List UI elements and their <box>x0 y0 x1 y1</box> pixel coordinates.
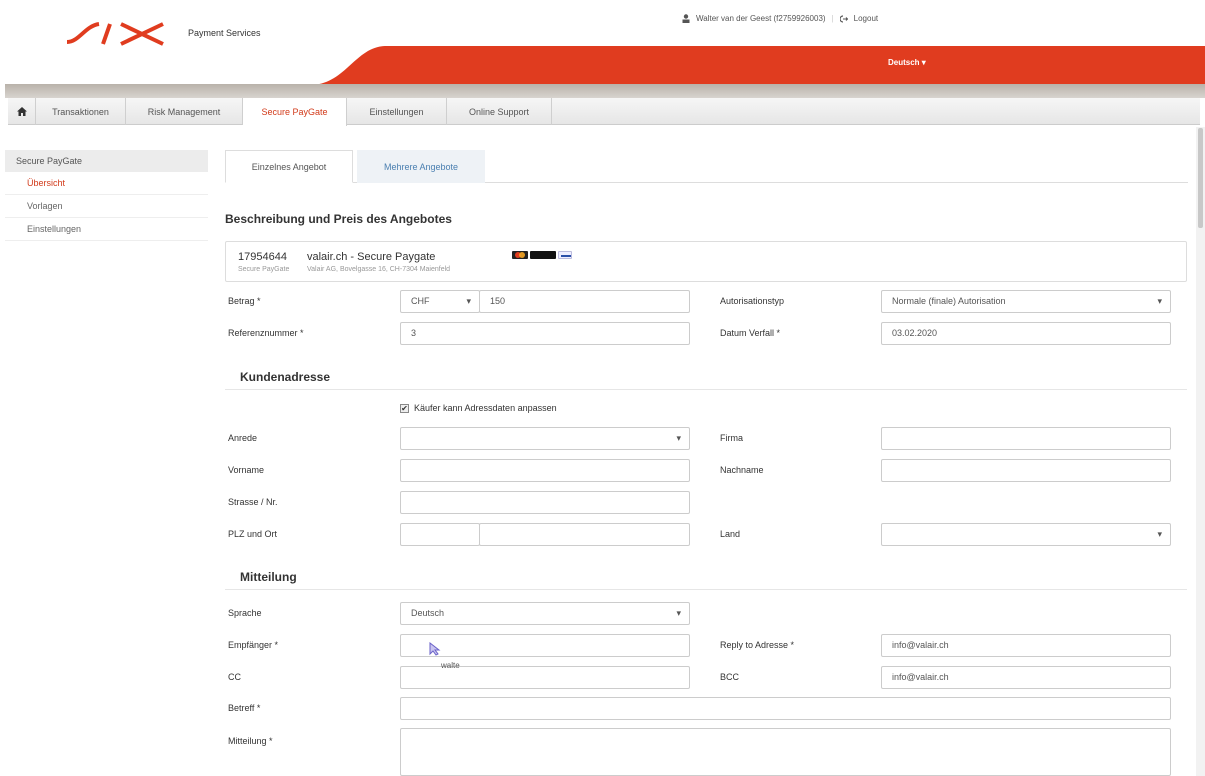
bcc-input[interactable]: info@valair.ch <box>881 666 1171 689</box>
sidebar-title[interactable]: Secure PayGate <box>5 150 208 172</box>
section-title-address: Kundenadresse <box>240 370 331 384</box>
autorisationstyp-select[interactable]: Normale (finale) Autorisation ▾ <box>881 290 1171 313</box>
shop-address: Valair AG, Bovelgasse 16, CH-7304 Maienf… <box>307 266 451 273</box>
autorisationstyp-value: Normale (finale) Autorisation <box>892 296 1006 306</box>
vorname-input[interactable] <box>400 459 690 482</box>
adressdaten-checkbox-row[interactable]: ✔ Käufer kann Adressdaten anpassen <box>400 403 557 413</box>
divider <box>225 589 1187 590</box>
tab-mehrere-angebote[interactable]: Mehrere Angebote <box>357 150 485 183</box>
nachname-input[interactable] <box>881 459 1171 482</box>
six-logo <box>66 22 164 46</box>
plz-input[interactable] <box>400 523 480 546</box>
chevron-down-icon: ▾ <box>1157 296 1162 306</box>
empfaenger-label: Empfänger * <box>228 640 279 650</box>
language-selector[interactable]: Deutsch ▾ <box>888 58 926 67</box>
shop-name: valair.ch - Secure Paygate <box>307 251 436 263</box>
currency-select[interactable]: CHF ▾ <box>400 290 480 313</box>
betrag-label: Betrag * <box>228 296 261 306</box>
tab-transaktionen[interactable]: Transaktionen <box>36 98 126 125</box>
firma-label: Firma <box>720 433 743 443</box>
mouse-cursor-icon <box>429 642 441 656</box>
sprache-value: Deutsch <box>411 608 445 618</box>
main-nav: Transaktionen Risk Management Secure Pay… <box>8 98 1200 126</box>
referenz-input[interactable]: 3 <box>400 322 690 345</box>
adressdaten-checkbox-label: Käufer kann Adressdaten anpassen <box>414 403 557 413</box>
payment-methods <box>512 251 572 259</box>
scrollbar-thumb[interactable] <box>1198 128 1203 228</box>
cc-label: CC <box>228 672 241 682</box>
sprache-label: Sprache <box>228 608 262 618</box>
sidebar: Secure PayGate Übersicht Vorlagen Einste… <box>5 150 208 241</box>
home-icon <box>16 107 27 116</box>
tab-home[interactable] <box>8 98 36 125</box>
mastercard-icon <box>512 251 528 259</box>
betreff-label: Betreff * <box>228 703 261 713</box>
user-icon <box>682 14 690 23</box>
logout-icon[interactable] <box>839 14 848 23</box>
ort-input[interactable] <box>479 523 690 546</box>
land-label: Land <box>720 529 741 539</box>
sidebar-item-vorlagen[interactable]: Vorlagen <box>5 195 208 218</box>
nachname-label: Nachname <box>720 465 764 475</box>
merchant-info-box: 17954644 Secure PayGate valair.ch - Secu… <box>225 241 1187 282</box>
anrede-select[interactable] <box>400 427 690 450</box>
empfaenger-input[interactable] <box>400 634 690 657</box>
offer-tabs: Einzelnes Angebot Mehrere Angebote <box>225 150 1188 183</box>
merchant-id: 17954644 <box>238 251 287 263</box>
chevron-down-icon: ▾ <box>676 608 681 618</box>
betreff-input[interactable] <box>400 697 1171 720</box>
separator: | <box>831 14 834 23</box>
checkbox-checked[interactable]: ✔ <box>400 403 409 413</box>
plz-label: PLZ und Ort <box>228 529 278 539</box>
header-grey-band <box>5 84 1205 98</box>
logout-link[interactable]: Logout <box>854 14 878 23</box>
vorname-label: Vorname <box>228 465 265 475</box>
user-bar: Walter van der Geest (f2759926003) | Log… <box>682 14 878 23</box>
tab-secure-paygate[interactable]: Secure PayGate <box>243 98 347 126</box>
sidebar-item-uebersicht[interactable]: Übersicht <box>5 172 208 195</box>
verfall-label: Datum Verfall * <box>720 328 781 338</box>
firma-input[interactable] <box>881 427 1171 450</box>
user-name[interactable]: Walter van der Geest (f2759926003) <box>696 14 826 23</box>
currency-value: CHF <box>411 296 430 306</box>
section-title-offer: Beschreibung und Preis des Angebotes <box>225 212 452 226</box>
autorisationstyp-label: Autorisationstyp <box>720 296 785 306</box>
reply-label: Reply to Adresse * <box>720 640 795 650</box>
strasse-label: Strasse / Nr. <box>228 497 278 507</box>
chevron-down-icon: ▾ <box>921 58 926 67</box>
merchant-id-sub: Secure PayGate <box>238 266 290 273</box>
language-label: Deutsch <box>888 58 920 67</box>
strasse-input[interactable] <box>400 491 690 514</box>
land-select[interactable] <box>881 523 1171 546</box>
verfall-input[interactable]: 03.02.2020 <box>881 322 1171 345</box>
divider <box>225 389 1187 390</box>
chevron-down-icon: ▾ <box>466 296 471 306</box>
referenz-label: Referenznummer * <box>228 328 304 338</box>
mitteilung-textarea[interactable] <box>400 728 1171 776</box>
anrede-label: Anrede <box>228 433 258 443</box>
sprache-select[interactable]: Deutsch ▾ <box>400 602 690 625</box>
mitteilung-label: Mitteilung * <box>228 736 273 746</box>
tab-einzelnes-angebot[interactable]: Einzelnes Angebot <box>225 150 353 183</box>
header-red-band <box>310 46 1205 85</box>
amount-input[interactable]: 150 <box>479 290 690 313</box>
tab-einstellungen[interactable]: Einstellungen <box>347 98 447 125</box>
sidebar-item-einstellungen[interactable]: Einstellungen <box>5 218 208 241</box>
logo-subtitle: Payment Services <box>188 28 261 38</box>
reply-input[interactable]: info@valair.ch <box>881 634 1171 657</box>
autocomplete-text: walte <box>441 661 460 670</box>
bcc-label: BCC <box>720 672 740 682</box>
tab-online-support[interactable]: Online Support <box>447 98 552 125</box>
tab-risk-management[interactable]: Risk Management <box>126 98 243 125</box>
twint-icon <box>530 251 556 259</box>
section-title-message: Mitteilung <box>240 570 297 584</box>
visa-icon <box>558 251 572 259</box>
